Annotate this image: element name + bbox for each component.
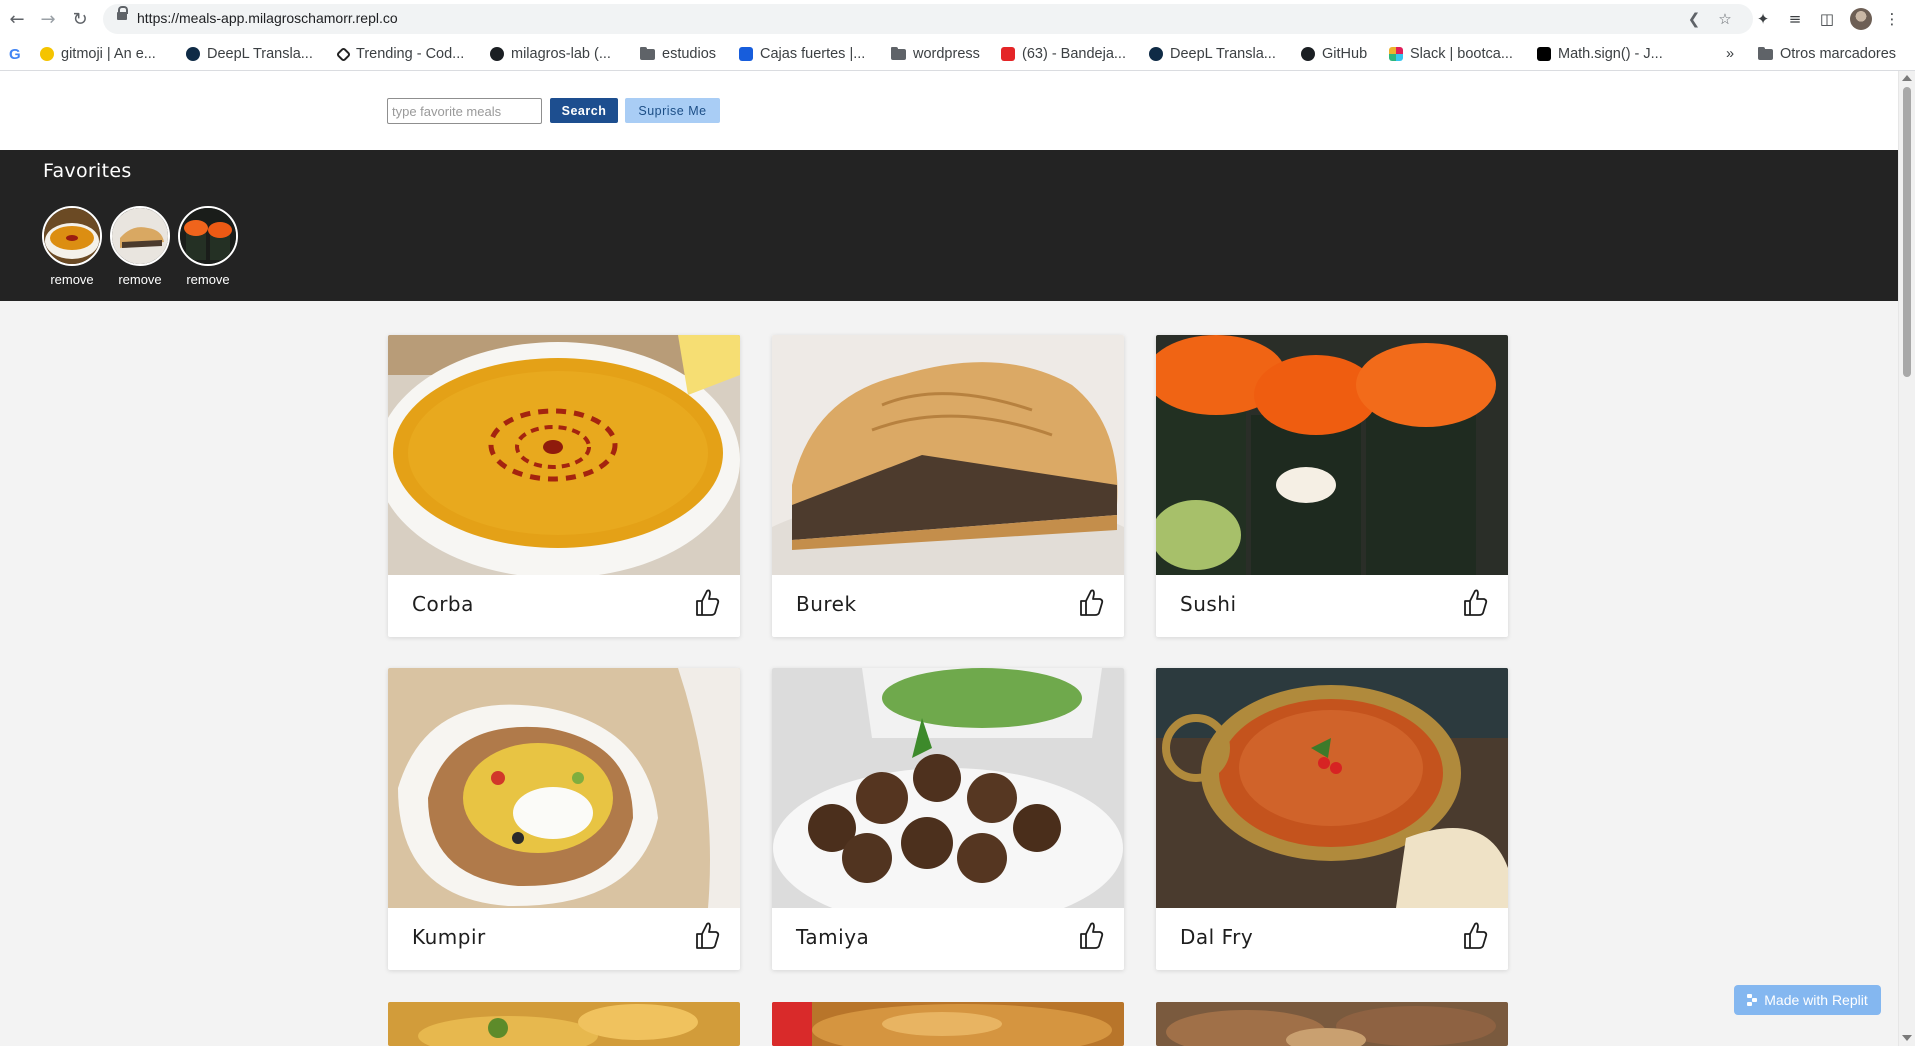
bookmarks-bar: G gitmoji | An e... DeepL Transla... Tre… [0,38,1915,71]
meal-card: Kumpir [388,668,740,970]
made-with-replit-badge[interactable]: Made with Replit [1734,985,1881,1015]
github-icon [1301,47,1315,61]
zoho-mail-icon [1001,47,1015,61]
meal-name: Tamiya [796,925,870,949]
bookmark-folder[interactable]: estudios [640,43,716,65]
profile-avatar[interactable] [1850,8,1872,30]
thumbs-up-icon[interactable] [1460,920,1488,950]
meal-image[interactable] [1156,668,1508,908]
favorite-thumbnail[interactable] [110,206,170,266]
favorite-item: remove [110,206,170,287]
thumbs-up-icon[interactable] [692,920,720,950]
favorite-item: remove [178,206,238,287]
folder-icon [891,46,906,60]
bookmark-item[interactable]: milagros-lab (... [490,43,611,65]
scrollbar-thumb[interactable] [1903,87,1911,377]
back-icon[interactable]: ← [4,6,30,32]
emoji-face-icon [40,47,54,61]
browser-chrome: ← → ↻ https://meals-app.milagroschamorr.… [0,0,1915,71]
meal-card [388,1002,740,1046]
url-text[interactable]: https://meals-app.milagroschamorr.repl.c… [137,10,398,26]
menu-kebab-icon[interactable]: ⋮ [1880,7,1904,31]
extensions-icon[interactable]: ✦ [1751,7,1775,31]
favorites-section: Favorites remove remove remove [0,150,1898,301]
favorite-item: remove [42,206,102,287]
page-content: Search Suprise Me Favorites remove [0,71,1898,1046]
scroll-down-icon[interactable] [1902,1035,1912,1041]
meal-card [1156,1002,1508,1046]
remove-favorite-button[interactable]: remove [42,272,102,287]
meal-image[interactable] [1156,1002,1508,1046]
mdn-icon [1537,47,1551,61]
folder-icon [640,46,655,60]
reload-icon[interactable]: ↻ [67,6,93,32]
meal-image[interactable] [772,668,1124,908]
forward-icon[interactable]: → [35,6,61,32]
bookmark-item[interactable]: Math.sign() - J... [1537,43,1663,65]
meal-image[interactable] [1156,335,1508,575]
slack-icon [1389,47,1403,61]
meal-card: Tamiya [772,668,1124,970]
meal-image[interactable] [388,1002,740,1046]
remove-favorite-button[interactable]: remove [110,272,170,287]
search-header: Search Suprise Me [0,71,1898,150]
share-icon[interactable]: ❮ [1683,8,1705,30]
meal-name: Sushi [1180,592,1237,616]
meal-name: Corba [412,592,474,616]
search-input[interactable] [387,98,542,124]
scroll-up-icon[interactable] [1902,75,1912,81]
search-button[interactable]: Search [550,98,618,123]
bookmark-item[interactable]: Cajas fuertes |... [739,43,865,65]
bookmark-item[interactable]: DeepL Transla... [186,43,313,65]
meal-card [772,1002,1124,1046]
bookmark-item[interactable]: gitmoji | An e... [40,43,156,65]
meal-image[interactable] [772,1002,1124,1046]
remove-favorite-button[interactable]: remove [178,272,238,287]
bookmark-item[interactable]: Slack | bootca... [1389,43,1513,65]
meal-card: Burek [772,335,1124,637]
reading-list-icon[interactable]: ≡ [1783,7,1807,31]
meal-image[interactable] [388,668,740,908]
deepl-icon [1149,47,1163,61]
bookmark-item[interactable]: (63) - Bandeja... [1001,43,1126,65]
side-panel-icon[interactable]: ◫ [1815,7,1839,31]
meal-image[interactable] [388,335,740,575]
favorite-thumbnail[interactable] [178,206,238,266]
browser-toolbar: ← → ↻ https://meals-app.milagroschamorr.… [0,0,1915,38]
folder-icon [1758,46,1773,60]
bookmark-item[interactable]: Trending - Cod... [335,43,464,65]
page-scrollbar[interactable] [1898,71,1915,1046]
meal-card: Corba [388,335,740,637]
google-apps-icon[interactable]: G [9,43,21,65]
deepl-icon [186,47,200,61]
meal-card: Sushi [1156,335,1508,637]
favorites-title: Favorites [43,160,132,182]
meal-image[interactable] [772,335,1124,575]
meal-name: Burek [796,592,857,616]
other-bookmarks-folder[interactable]: Otros marcadores [1758,43,1896,65]
thumbs-up-icon[interactable] [1076,920,1104,950]
thumbs-up-icon[interactable] [692,587,720,617]
surprise-me-button[interactable]: Suprise Me [625,98,720,123]
thumbs-up-icon[interactable] [1460,587,1488,617]
replit-icon [1747,994,1758,1006]
meal-name: Kumpir [412,925,486,949]
thumbs-up-icon[interactable] [1076,587,1104,617]
meal-name: Dal Fry [1180,925,1254,949]
github-icon [490,47,504,61]
bookmark-star-icon[interactable]: ☆ [1714,8,1736,30]
lock-icon[interactable] [117,6,128,20]
bookmark-item[interactable]: DeepL Transla... [1149,43,1276,65]
bookmark-folder[interactable]: wordpress [891,43,980,65]
bitwarden-icon [739,47,753,61]
bookmarks-overflow-button[interactable]: » [1726,43,1734,65]
bookmark-item[interactable]: GitHub [1301,43,1367,65]
codepen-icon [335,46,352,62]
favorite-thumbnail[interactable] [42,206,102,266]
meal-card: Dal Fry [1156,668,1508,970]
address-bar[interactable]: https://meals-app.milagroschamorr.repl.c… [103,4,1753,34]
